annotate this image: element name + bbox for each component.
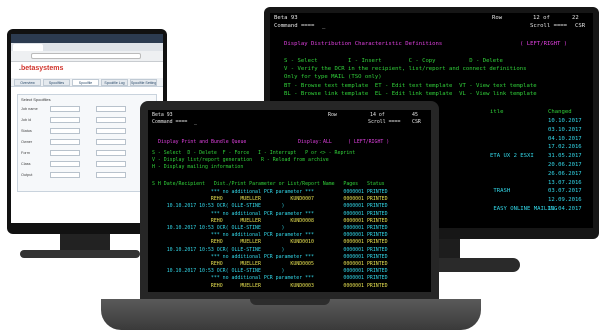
field-input[interactable] [96, 117, 126, 123]
changed-date: 10.10.2017 [548, 118, 582, 124]
logo-text: betasystems [20, 65, 64, 72]
row-total: 22 [572, 15, 579, 21]
field-label: Class [21, 162, 31, 166]
screen-title: Display Distribution Characteristic Defi… [284, 41, 443, 47]
field-input[interactable] [50, 106, 80, 112]
browser-titlebar [11, 34, 163, 43]
address-bar[interactable] [31, 53, 141, 59]
laptop-terminal-screen: Beta 93 Row 14 of 45 Command ==== _ Scro… [148, 110, 431, 292]
field-label: Job name [21, 107, 38, 111]
terminal-header: Beta 93 [274, 15, 298, 21]
action-line: Only for type MAIL (TSO only) [284, 74, 382, 81]
action-line: V - Verify the DCR in the recipient, lis… [284, 66, 527, 73]
field-input[interactable] [96, 172, 126, 178]
field-label: Form [21, 151, 30, 155]
changed-date: 04.10.2017 [548, 135, 582, 142]
row-label: Row [492, 15, 503, 21]
field-input[interactable] [50, 128, 80, 134]
browser-tabbar [11, 43, 163, 51]
betasystems-logo: .betasystems [19, 65, 64, 72]
row-title: TRASH [490, 188, 511, 195]
queue-row[interactable]: 10.10.2017 10:53 OCR( OLLE-STINE ) 00000… [152, 226, 388, 231]
action-line: H - Display mailing information [152, 164, 244, 171]
queue-row[interactable]: REHO MUELLER KUND0005 0000001 PRINTED [152, 262, 388, 267]
field-input[interactable] [50, 172, 80, 178]
queue-row[interactable]: REHO MUELLER KUND0010 0000001 PRINTED [152, 240, 388, 245]
field-input[interactable] [50, 117, 80, 123]
display-label: Display: [298, 139, 322, 145]
row-label: Row [328, 112, 337, 118]
column-header-changed: Changed [548, 109, 572, 115]
changed-date: 13.07.2016 [548, 179, 582, 186]
spoolfile-filter-panel: Select Spoolfiles Job name Job id Status Ow… [17, 94, 157, 192]
panel-title: Select Spoolfiles [21, 97, 51, 102]
command-label: Command ==== [274, 23, 315, 29]
field-input[interactable] [50, 150, 80, 156]
left-monitor-foot [20, 250, 140, 258]
action-line: S - Select I - Insert C - Copy D - Delet… [284, 58, 503, 64]
command-label: Command ==== [152, 119, 188, 125]
action-line: S - Select D - Delete F - Force I - Inte… [152, 150, 356, 156]
app-tab[interactable]: Spoolfiles [43, 79, 70, 86]
scroll-value[interactable]: CSR [412, 120, 421, 125]
app-tab-strip: Overview Spoolfiles Spoolfile Spoolfile Log… [11, 78, 163, 87]
queue-row[interactable]: 10.10.2017 10:53 OCR( OLLE-STINE ) 00000… [152, 269, 388, 274]
app-tab[interactable]: Spoolfile [72, 79, 99, 86]
queue-row[interactable]: *** no additional PCR parameter *** 0000… [152, 190, 388, 195]
queue-row[interactable]: REHO MUELLER KUND0007 0000001 PRINTED [152, 197, 388, 202]
field-input[interactable] [96, 106, 126, 112]
action-line: BT - Browse text template ET - Edit text… [284, 82, 537, 89]
changed-date: 17.02.2016 [548, 144, 582, 151]
nav-hint: ( LEFT/RIGHT ) [520, 41, 568, 47]
scroll-value[interactable]: CSR [575, 23, 585, 30]
field-label: Job id [21, 118, 32, 122]
changed-date: 12.09.2016 [548, 197, 582, 204]
queue-row[interactable]: *** no additional PCR parameter *** 0000… [152, 233, 388, 238]
browser-toolbar [11, 51, 163, 62]
changed-date: 31.05.2017 [548, 153, 582, 160]
field-input[interactable] [50, 161, 80, 167]
row-title: ETA UX 2 ESXI [490, 153, 534, 160]
app-tab[interactable]: Spoolfile Settings [130, 79, 157, 86]
field-input[interactable] [96, 139, 126, 145]
queue-row[interactable]: REHO MUELLER KUND0008 0000001 PRINTED [152, 218, 388, 224]
action-line: BL - Browse link template EL - Edit link… [284, 90, 537, 97]
laptop-notch [250, 299, 330, 305]
screen-title: Display Print and Bundle Queue [158, 139, 247, 145]
field-label: Output [21, 173, 33, 177]
app-tab[interactable]: Spoolfile Log [101, 79, 128, 86]
field-label: Status [21, 129, 32, 133]
queue-row[interactable]: *** no additional PCR parameter *** 0000… [152, 211, 388, 217]
row-title: EASY ONLINE MAILING [490, 206, 558, 212]
queue-row[interactable]: 10.10.2017 10:53 OCR( OLLE-STINE ) 00000… [152, 204, 388, 209]
terminal-header: Beta 93 [152, 112, 173, 118]
field-input[interactable] [96, 150, 126, 156]
row-position: 12 of [533, 15, 550, 21]
display-value[interactable]: ALL [323, 140, 332, 145]
field-label: Owner [21, 140, 33, 144]
command-input[interactable]: _ [322, 23, 325, 30]
action-line: V - Display list/report generation R - R… [152, 157, 329, 164]
scroll-label: Scroll ==== [368, 119, 401, 125]
changed-date: 20.06.2017 [548, 162, 582, 168]
app-tab[interactable]: Overview [14, 79, 41, 86]
nav-hint: ( LEFT/RIGHT ) [348, 139, 390, 145]
row-total: 45 [412, 112, 418, 118]
field-input[interactable] [96, 128, 126, 134]
column-header-title: itle [490, 109, 504, 115]
field-input[interactable] [96, 161, 126, 167]
browser-tab[interactable] [13, 44, 43, 51]
changed-date: 03.10.2017 [548, 126, 582, 133]
changed-date: 03.07.2017 [548, 188, 582, 195]
command-input[interactable]: _ [194, 120, 197, 125]
queue-row[interactable]: *** no additional PCR parameter *** 0000… [152, 254, 388, 260]
queue-row[interactable]: 10.10.2017 10:53 OCR( OLLE-STINE ) 00000… [152, 247, 388, 253]
queue-row[interactable]: REHO MUELLER KUND0003 0000001 PRINTED [152, 283, 388, 289]
scroll-label: Scroll ==== [530, 23, 568, 29]
row-position: 14 of [370, 112, 385, 118]
queue-row[interactable]: *** no additional PCR parameter *** 0000… [152, 276, 388, 281]
changed-date: 26.06.2017 [548, 170, 582, 177]
field-input[interactable] [50, 139, 80, 145]
queue-column-header: S H Date/Recipient Dist./Print Parameter… [152, 181, 385, 187]
